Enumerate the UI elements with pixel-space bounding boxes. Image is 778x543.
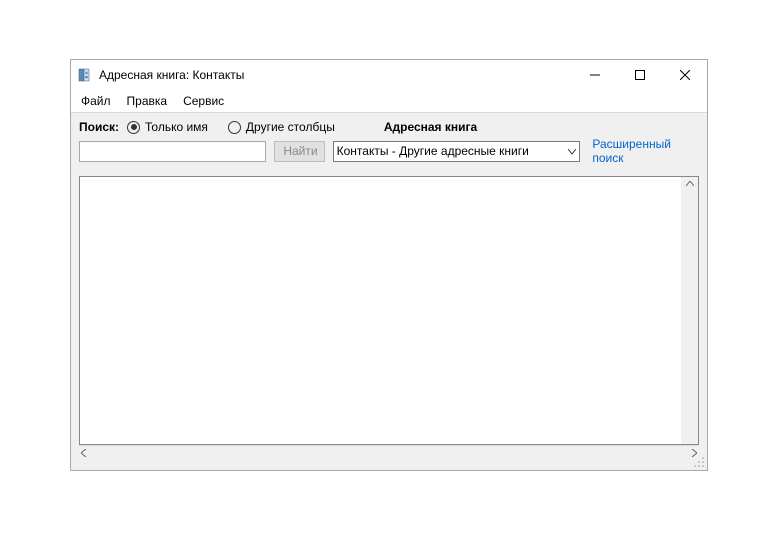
content-area (71, 170, 707, 470)
radio-name-only-label: Только имя (145, 120, 208, 134)
window-controls (572, 60, 707, 90)
chevron-down-icon (568, 144, 576, 158)
address-book-select[interactable]: Контакты - Другие адресные книги (333, 141, 581, 162)
address-book-selected: Контакты - Другие адресные книги (337, 144, 529, 158)
radio-other-cols-icon (228, 121, 241, 134)
search-toolbar: Поиск: Только имя Другие столбцы Адресна… (71, 112, 707, 170)
radio-other-cols-group[interactable]: Другие столбцы (224, 120, 335, 134)
horizontal-scrollbar[interactable] (79, 445, 699, 462)
radio-name-only-icon (127, 121, 140, 134)
menu-file[interactable]: Файл (73, 92, 119, 110)
close-button[interactable] (662, 60, 707, 90)
scroll-left-icon (81, 449, 87, 460)
vertical-scrollbar[interactable] (681, 177, 698, 444)
advanced-search-link[interactable]: Расширенный поиск (592, 137, 699, 165)
address-book-label: Адресная книга (384, 120, 477, 134)
maximize-button[interactable] (617, 60, 662, 90)
contacts-list (79, 176, 699, 445)
scroll-right-icon (691, 449, 697, 460)
radio-other-cols-label: Другие столбцы (246, 120, 335, 134)
menu-tools[interactable]: Сервис (175, 92, 232, 110)
app-icon (77, 67, 93, 83)
list-body[interactable] (80, 177, 681, 444)
titlebar: Адресная книга: Контакты (71, 60, 707, 90)
menu-edit[interactable]: Правка (119, 92, 176, 110)
address-book-window: Адресная книга: Контакты Файл Правка Сер… (70, 59, 708, 471)
window-title: Адресная книга: Контакты (99, 68, 572, 82)
search-label: Поиск: (79, 120, 119, 134)
minimize-button[interactable] (572, 60, 617, 90)
radio-name-only-group[interactable]: Только имя (123, 120, 208, 134)
search-input[interactable] (79, 141, 266, 162)
menubar: Файл Правка Сервис (71, 90, 707, 112)
scroll-up-icon (686, 179, 694, 190)
find-button[interactable]: Найти (274, 141, 324, 162)
